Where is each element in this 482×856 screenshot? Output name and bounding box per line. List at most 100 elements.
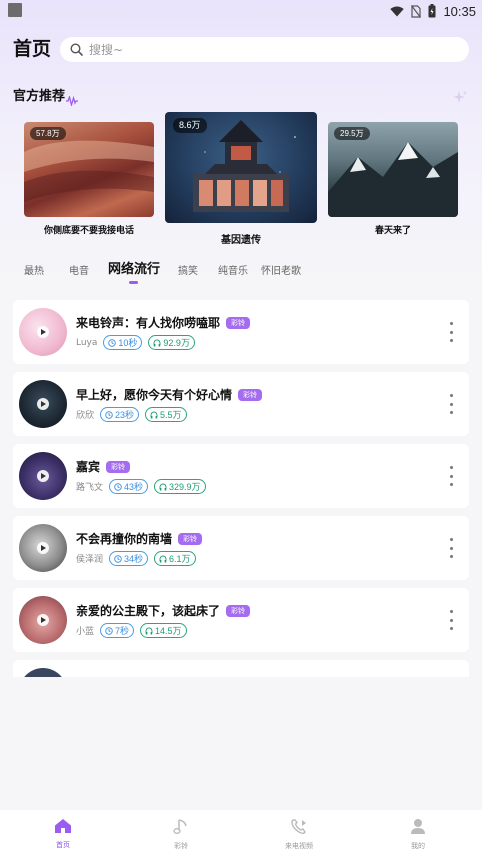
song-meta: 欣欣 23秒 5.5万	[76, 407, 193, 422]
plays-pill: 92.9万	[148, 335, 195, 350]
page-title: 首页	[13, 38, 52, 60]
no-sim-icon	[411, 4, 422, 18]
list-item[interactable]: 早上好，愿你今天有个好心情 彩铃 欣欣 23秒 5.5万	[13, 372, 469, 436]
play-icon[interactable]	[37, 326, 49, 338]
list-item[interactable]: 亲爱的公主殿下，该起床了 彩铃 小蓝 7秒 14.5万	[13, 588, 469, 652]
clock-icon	[105, 410, 113, 419]
clock-icon	[114, 554, 122, 563]
plays-text: 14.5万	[155, 626, 182, 636]
more-options-icon[interactable]	[447, 610, 455, 630]
headphones-icon	[159, 483, 167, 490]
tab-hot[interactable]: 最热	[24, 262, 44, 282]
nav-ringtone[interactable]: 彩铃	[151, 818, 211, 851]
list-item[interactable]: 不会再撞你的南墙 彩铃 侯泽润 34秒 6.1万	[13, 516, 469, 580]
list-item[interactable]	[13, 660, 469, 677]
song-title-text: 不会再撞你的南墙	[76, 532, 173, 546]
play-icon[interactable]	[37, 614, 49, 626]
song-cover[interactable]	[19, 596, 67, 644]
nav-call-video[interactable]: 来电视频	[269, 818, 329, 851]
song-cover[interactable]	[19, 380, 67, 428]
more-options-icon[interactable]	[447, 466, 455, 486]
bottom-nav: 首页 彩铃 来电视频 我的	[0, 810, 482, 856]
more-options-icon[interactable]	[447, 322, 455, 342]
sparkle-icon	[452, 89, 468, 108]
tab-indicator	[129, 281, 138, 284]
status-bar: 10:35	[0, 0, 482, 22]
home-icon	[55, 819, 71, 833]
nav-label: 我的	[411, 842, 425, 850]
duration-text: 10秒	[118, 338, 138, 348]
duration-text: 34秒	[124, 554, 144, 564]
more-options-icon[interactable]	[447, 394, 455, 414]
person-icon	[411, 819, 425, 834]
plays-text: 92.9万	[163, 338, 190, 348]
ringtone-tag: 彩铃	[226, 316, 251, 329]
song-meta: 路飞文 43秒 329.9万	[76, 479, 212, 494]
search-input[interactable]: 搜搜~	[60, 37, 469, 62]
list-item[interactable]: 来电铃声：有人找你唠嗑耶 彩铃 Luya 10秒 92.9万	[13, 300, 469, 364]
notification-icon	[8, 3, 22, 17]
section-title: 官方推荐	[13, 89, 66, 104]
song-cover[interactable]	[19, 524, 67, 572]
category-tabs: 最热 电音 网络流行 搞笑 纯音乐 怀旧老歌	[0, 262, 482, 286]
list-item[interactable]: 嘉宾 彩铃 路飞文 43秒 329.9万	[13, 444, 469, 508]
clock-icon	[105, 626, 113, 635]
more-options-icon[interactable]	[447, 538, 455, 558]
featured-caption: 春天来了	[374, 226, 411, 236]
headphones-icon	[145, 627, 153, 634]
nav-profile[interactable]: 我的	[388, 818, 448, 851]
song-cover[interactable]	[19, 452, 67, 500]
song-artist: 小蓝	[76, 627, 95, 637]
tab-pure-music[interactable]: 纯音乐	[218, 262, 248, 282]
search-placeholder: 搜搜~	[89, 43, 124, 57]
ringtone-tag: 彩铃	[178, 532, 203, 545]
plays-pill: 14.5万	[140, 623, 187, 638]
duration-pill: 43秒	[109, 479, 149, 494]
song-artist: 路飞文	[76, 483, 104, 493]
song-title-text: 来电铃声：有人找你唠嗑耶	[76, 316, 221, 330]
sound-wave-icon	[66, 91, 78, 110]
header: 首页 搜搜~	[0, 36, 482, 64]
battery-icon	[428, 4, 436, 18]
featured-card[interactable]: 57.8万 你侧底要不要我接电话	[24, 122, 154, 240]
song-title: 来电铃声：有人找你唠嗑耶 彩铃	[76, 314, 251, 331]
plays-pill: 6.1万	[154, 551, 196, 566]
song-cover[interactable]	[19, 668, 67, 677]
song-title-text: 嘉宾	[76, 460, 101, 474]
play-icon[interactable]	[37, 542, 49, 554]
headphones-icon	[153, 339, 161, 346]
play-icon[interactable]	[37, 398, 49, 410]
song-cover[interactable]	[19, 308, 67, 356]
headphones-icon	[159, 555, 167, 562]
featured-card[interactable]: 8.6万 基因遗传	[165, 112, 317, 247]
play-count-badge: 29.5万	[334, 127, 370, 140]
song-title-text: 早上好，愿你今天有个好心情	[76, 388, 233, 402]
featured-caption: 你侧底要不要我接电话	[43, 226, 134, 236]
duration-pill: 34秒	[109, 551, 149, 566]
headphones-icon	[150, 411, 158, 418]
plays-text: 329.9万	[169, 482, 201, 492]
tab-electronic[interactable]: 电音	[69, 262, 89, 282]
nav-home[interactable]: 首页	[33, 818, 93, 850]
wifi-icon	[390, 6, 405, 17]
featured-caption: 基因遗传	[221, 235, 261, 246]
clock-icon	[114, 482, 122, 491]
plays-text: 6.1万	[169, 554, 191, 564]
tab-internet-popular[interactable]: 网络流行	[108, 260, 160, 280]
song-meta: Luya 10秒 92.9万	[76, 335, 201, 350]
song-artist: 侯泽润	[76, 555, 104, 565]
duration-text: 23秒	[115, 410, 135, 420]
ringtone-tag: 彩铃	[226, 604, 251, 617]
featured-card[interactable]: 29.5万 春天来了	[328, 122, 458, 240]
tab-funny[interactable]: 搞笑	[178, 262, 198, 282]
song-title: 早上好，愿你今天有个好心情 彩铃	[76, 386, 263, 403]
plays-text: 5.5万	[160, 410, 182, 420]
play-icon[interactable]	[37, 470, 49, 482]
status-time: 10:35	[443, 3, 476, 19]
song-title-text: 亲爱的公主殿下，该起床了	[76, 604, 221, 618]
music-note-icon	[173, 819, 187, 834]
tab-oldies[interactable]: 怀旧老歌	[261, 262, 301, 282]
clock-icon	[108, 338, 117, 347]
nav-label: 来电视频	[285, 842, 313, 850]
song-meta: 小蓝 7秒 14.5万	[76, 623, 193, 638]
